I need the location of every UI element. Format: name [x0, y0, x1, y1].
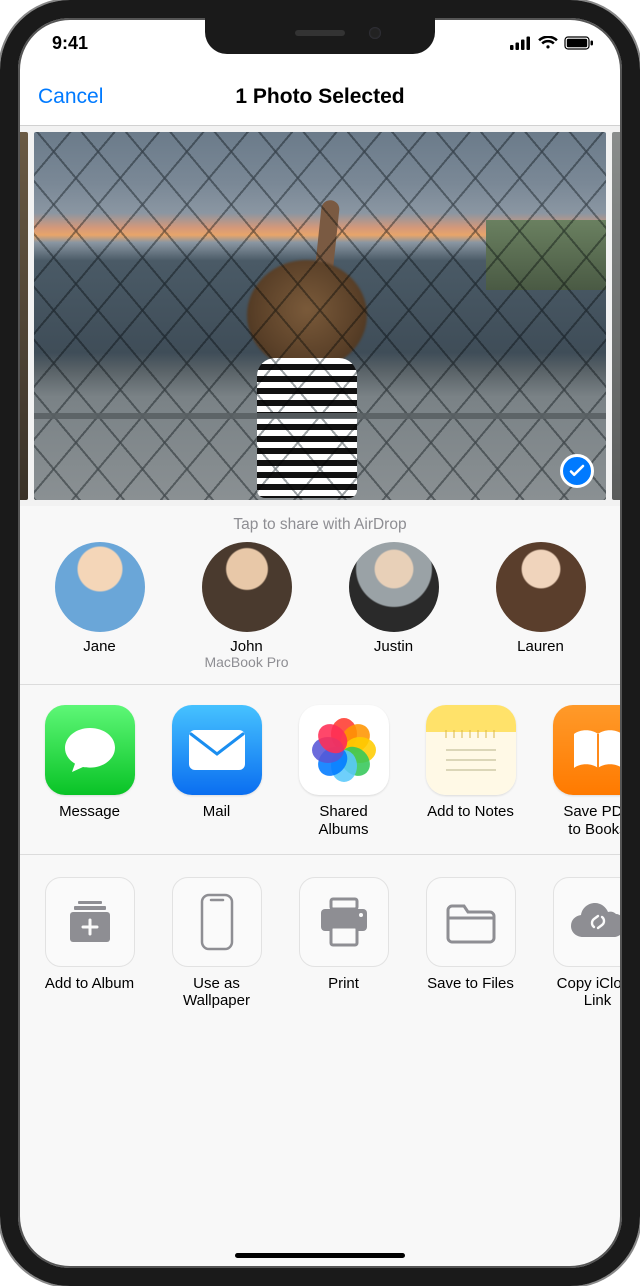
- home-indicator[interactable]: [235, 1253, 405, 1258]
- files-icon: [426, 877, 516, 967]
- action-label: Use as Wallpaper: [183, 975, 250, 1010]
- app-label: Shared Albums: [318, 803, 368, 838]
- status-indicators: [510, 36, 594, 50]
- avatar: [202, 542, 292, 632]
- contact-name: John: [230, 638, 263, 655]
- action-label: Print: [328, 975, 359, 992]
- add-to-album-icon: [45, 877, 135, 967]
- wallpaper-icon: [172, 877, 262, 967]
- app-label: Message: [59, 803, 120, 820]
- contact-name: Jane: [83, 638, 116, 655]
- selected-check-icon: [560, 454, 594, 488]
- icloud-link-icon: [553, 877, 623, 967]
- avatar: [55, 542, 145, 632]
- share-app-shared-albums[interactable]: Shared Albums: [280, 705, 407, 838]
- status-time: 9:41: [52, 33, 88, 54]
- action-use-as-wallpaper[interactable]: Use as Wallpaper: [153, 877, 280, 1010]
- prev-photo-peek[interactable]: [18, 132, 28, 500]
- app-label: Add to Notes: [427, 803, 514, 820]
- avatar: [496, 542, 586, 632]
- airdrop-contacts-row: Jane John MacBook Pro Justin Lauren: [18, 542, 622, 685]
- app-label: Save PDF to Books: [563, 803, 622, 838]
- share-apps-row[interactable]: Message Mail Shared Album: [18, 685, 622, 855]
- action-label: Add to Album: [45, 975, 134, 992]
- books-icon: [553, 705, 623, 795]
- cancel-button[interactable]: Cancel: [18, 85, 103, 109]
- airdrop-contact-jane[interactable]: Jane: [26, 542, 173, 670]
- photos-icon: [299, 705, 389, 795]
- contact-name: Justin: [374, 638, 413, 655]
- contact-device: MacBook Pro: [204, 655, 288, 670]
- print-icon: [299, 877, 389, 967]
- airdrop-prompt: Tap to share with AirDrop: [18, 506, 622, 542]
- share-app-message[interactable]: Message: [26, 705, 153, 838]
- action-label: Copy iCloud Link: [557, 975, 622, 1010]
- battery-icon: [564, 36, 594, 50]
- avatar: [349, 542, 439, 632]
- notes-icon: [426, 705, 516, 795]
- action-copy-icloud-link[interactable]: Copy iCloud Link: [534, 877, 622, 1010]
- next-photo-peek[interactable]: [612, 132, 622, 500]
- share-app-notes[interactable]: Add to Notes: [407, 705, 534, 838]
- selected-photo[interactable]: [34, 132, 606, 500]
- page-title: 1 Photo Selected: [18, 85, 622, 109]
- airdrop-contact-john[interactable]: John MacBook Pro: [173, 542, 320, 670]
- app-label: Mail: [203, 803, 231, 820]
- action-save-to-files[interactable]: Save to Files: [407, 877, 534, 1010]
- wifi-icon: [538, 36, 558, 50]
- nav-bar: Cancel 1 Photo Selected: [18, 68, 622, 126]
- photo-carousel[interactable]: [18, 126, 622, 506]
- airdrop-contact-lauren[interactable]: Lauren: [467, 542, 614, 670]
- mail-icon: [172, 705, 262, 795]
- share-actions-row[interactable]: Add to Album Use as Wallpaper Print Save…: [18, 855, 622, 1050]
- cellular-icon: [510, 36, 532, 50]
- action-print[interactable]: Print: [280, 877, 407, 1010]
- action-label: Save to Files: [427, 975, 514, 992]
- action-add-to-album[interactable]: Add to Album: [26, 877, 153, 1010]
- contact-name: Lauren: [517, 638, 564, 655]
- share-app-mail[interactable]: Mail: [153, 705, 280, 838]
- airdrop-contact-justin[interactable]: Justin: [320, 542, 467, 670]
- message-icon: [45, 705, 135, 795]
- share-app-books[interactable]: Save PDF to Books: [534, 705, 622, 838]
